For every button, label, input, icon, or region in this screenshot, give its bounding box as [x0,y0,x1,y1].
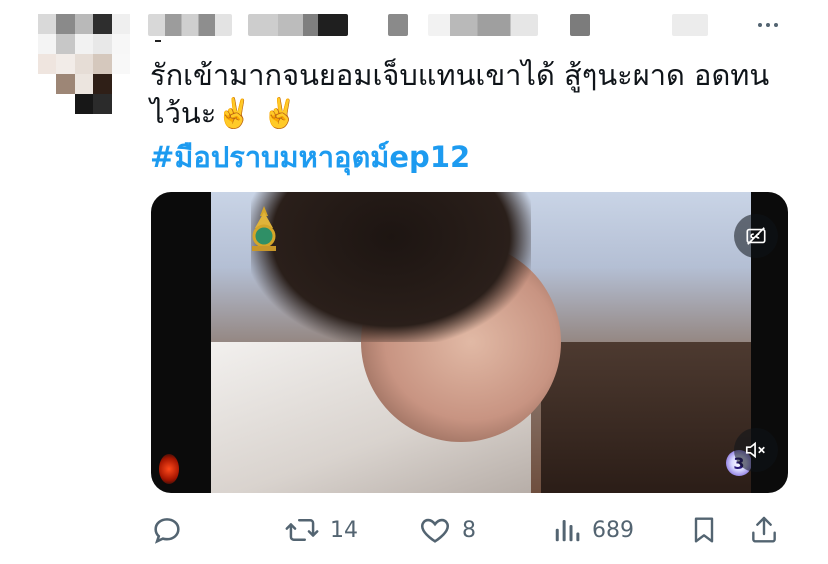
royal-emblem-icon [252,206,276,251]
timestamp-blurred-2 [672,14,708,36]
video-red-light [159,454,179,484]
share-icon [752,516,776,543]
like-count: 8 [462,517,476,543]
retweet-button[interactable]: 14 [284,508,358,552]
hashtag-link[interactable]: #มือปราบมหาอุตม์ep12 [150,138,470,176]
header-tick [155,40,161,42]
reply-icon [154,518,180,544]
views-count: 689 [592,517,634,543]
timestamp-blurred[interactable] [570,14,590,36]
views-icon [555,520,580,542]
author-name-blurred[interactable] [148,14,232,36]
tweet-header [148,14,788,36]
retweet-count: 14 [330,517,358,543]
mute-button[interactable] [734,428,778,472]
more-dots-icon[interactable] [750,14,786,36]
video-frame-background [541,342,751,493]
tweet-text: รักเข้ามากจนยอมเจ็บแทนเขาได้ สู้ๆนะผาด อ… [150,58,770,130]
reply-button[interactable] [150,508,194,552]
video-frame-hair [251,192,531,342]
retweet-icon [285,519,319,541]
author-handle-blurred[interactable] [248,14,348,36]
video-player[interactable]: 3 HD [151,192,788,493]
bookmark-icon [694,517,714,543]
video-frame: 3 HD [211,192,751,493]
captions-off-button[interactable] [734,214,778,258]
handle-blurred-3 [428,14,538,36]
views-button[interactable]: 689 [552,508,634,552]
captions-off-icon [746,227,766,245]
handle-blurred-2 [388,14,408,36]
muted-speaker-icon [745,441,765,459]
like-button[interactable]: 8 [418,508,476,552]
share-button[interactable] [748,508,780,552]
heart-icon [421,518,449,543]
bookmark-button[interactable] [688,508,720,552]
avatar[interactable] [38,14,130,114]
tweet-actions: 14 8 689 [150,508,790,552]
